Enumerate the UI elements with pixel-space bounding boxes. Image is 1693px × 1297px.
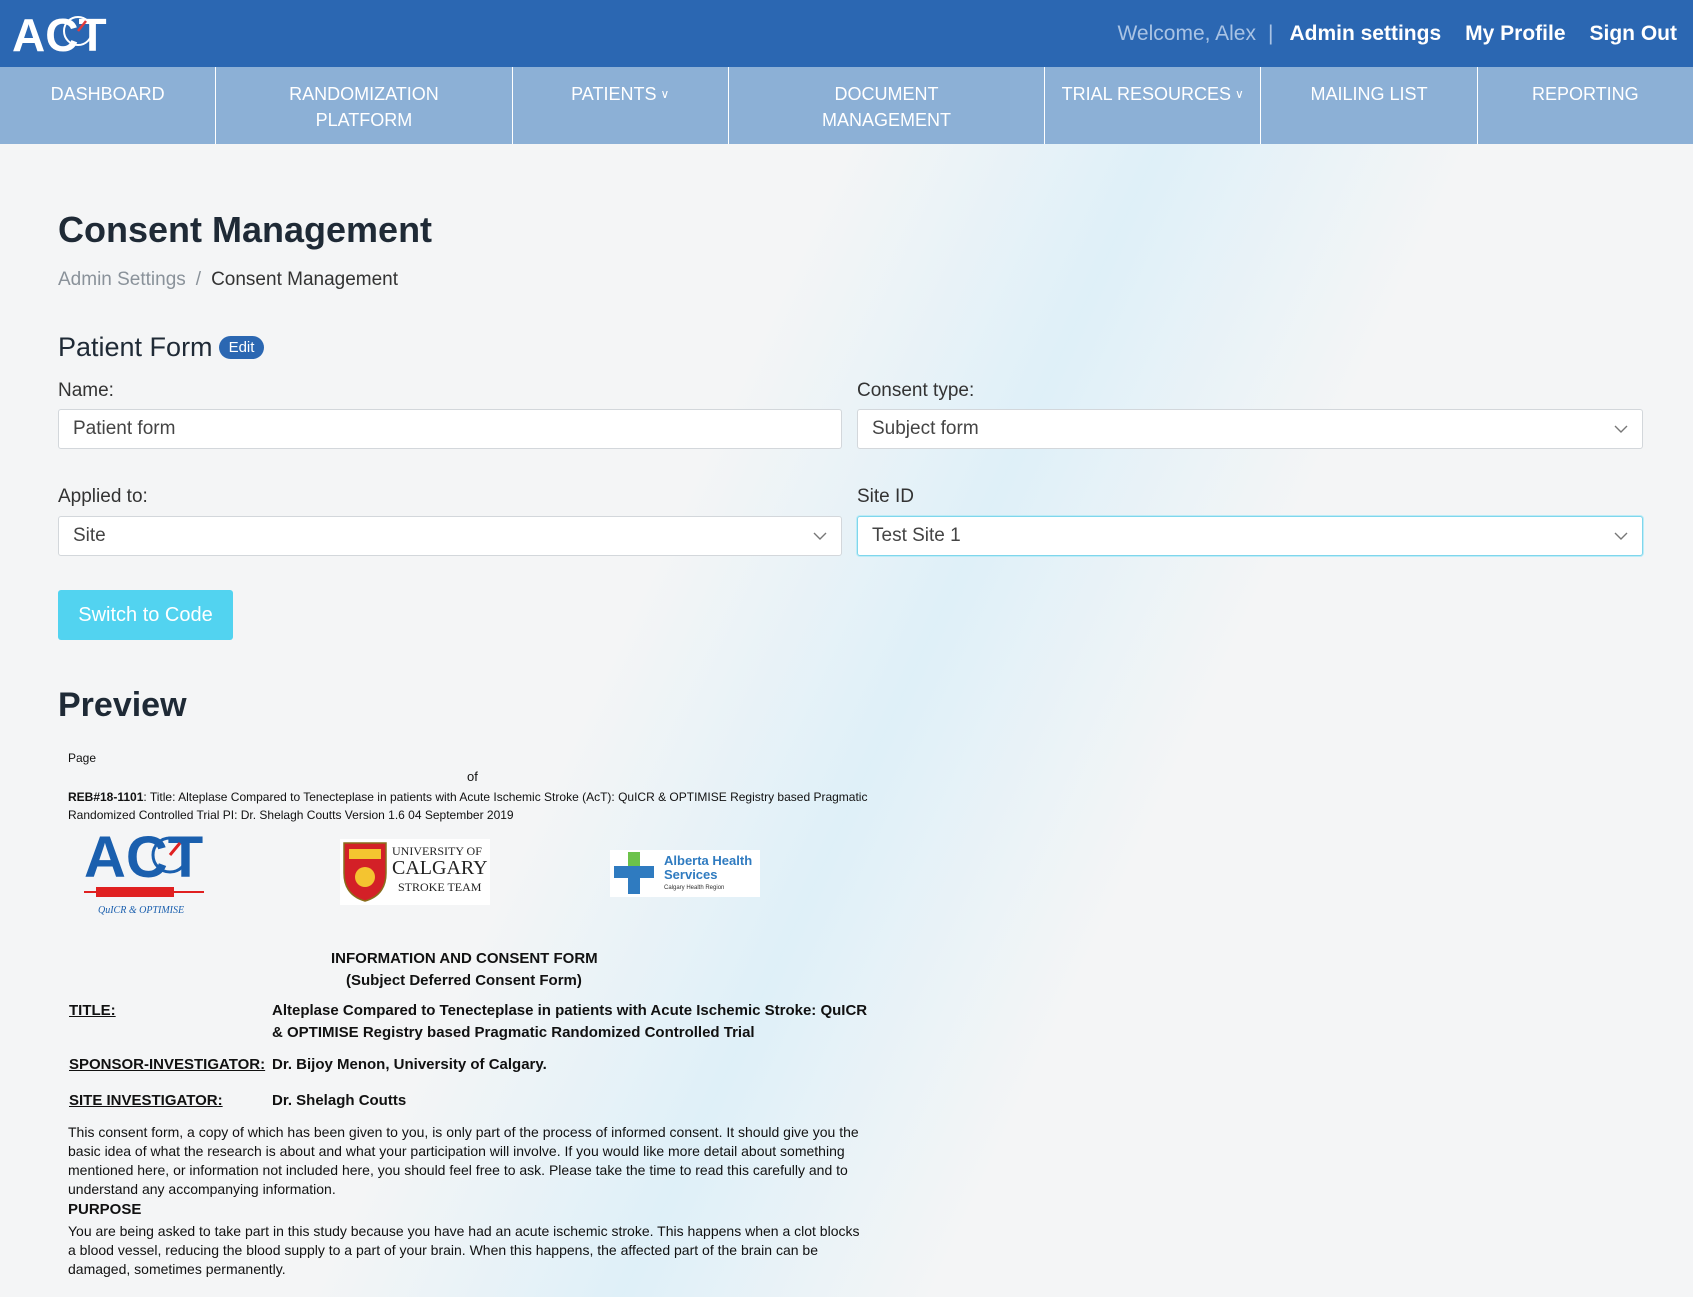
- page-title: Consent Management: [58, 209, 433, 250]
- site-id-select[interactable]: Test Site 1: [857, 516, 1643, 556]
- doc-site-investigator-key: SITE INVESTIGATOR:: [69, 1092, 223, 1109]
- chevron-down-icon: [1614, 532, 1628, 540]
- site-id-value: Test Site 1: [872, 525, 961, 546]
- doc-site-investigator-value: Dr. Shelagh Coutts: [272, 1092, 407, 1109]
- chevron-down-icon: [1614, 425, 1628, 433]
- nav-mailing-list[interactable]: MAILING LIST: [1261, 67, 1478, 144]
- name-value: Patient form: [73, 418, 176, 439]
- chevron-down-icon: ∨: [660, 87, 670, 101]
- nav-dashboard-label: DASHBOARD: [50, 84, 165, 104]
- applied-to-label: Applied to:: [58, 486, 148, 507]
- nav-document-label: DOCUMENT MANAGEMENT: [821, 84, 951, 130]
- name-input[interactable]: Patient form: [58, 409, 842, 449]
- act-logo[interactable]: ACT: [12, 9, 112, 59]
- breadcrumb-current: Consent Management: [211, 269, 399, 290]
- doc-heading-line2: (Subject Deferred Consent Form): [346, 972, 582, 989]
- alberta-health-services-logo: Alberta Health Services Calgary Health R…: [610, 850, 760, 897]
- applied-to-select[interactable]: Site: [58, 516, 842, 556]
- doc-logos: ACT QuICR & OPTIMISE UNIVERSITY OF CALGA…: [68, 825, 888, 920]
- doc-sponsor-key: SPONSOR-INVESTIGATOR:: [69, 1056, 266, 1073]
- consent-type-label: Consent type:: [857, 380, 975, 401]
- admin-settings-link[interactable]: Admin settings: [1289, 22, 1441, 46]
- breadcrumb-separator: /: [195, 269, 202, 290]
- doc-purpose-paragraph: You are being asked to take part in this…: [68, 1223, 860, 1277]
- nav-reporting[interactable]: REPORTING: [1478, 67, 1693, 144]
- act-trial-logo-sub: QuICR & OPTIMISE: [98, 905, 184, 916]
- welcome-text: Welcome, Alex: [1117, 21, 1256, 45]
- doc-reb-header: REB#18-1101: Title: Alteplase Compared t…: [68, 788, 868, 824]
- nav-patients-label: PATIENTS: [571, 84, 657, 104]
- chevron-down-icon: ∨: [1235, 87, 1244, 101]
- uc-logo-line2: CALGARY: [392, 857, 488, 879]
- doc-sponsor-value: Dr. Bijoy Menon, University of Calgary.: [272, 1056, 547, 1073]
- nav-randomization-label: RANDOMIZATION PLATFORM: [289, 84, 439, 130]
- nav-reporting-label: REPORTING: [1531, 84, 1639, 104]
- my-profile-link[interactable]: My Profile: [1465, 22, 1565, 46]
- applied-to-value: Site: [73, 525, 106, 546]
- sign-out-link[interactable]: Sign Out: [1590, 22, 1678, 46]
- patient-form-section-title: Patient Form Edit: [58, 332, 265, 363]
- act-trial-logo: ACT QuICR & OPTIMISE: [84, 825, 204, 916]
- doc-reb-text: : Title: Alteplase Compared to Tenectepl…: [68, 790, 868, 822]
- nav-dashboard[interactable]: DASHBOARD: [0, 67, 217, 144]
- chevron-down-icon: [813, 532, 827, 540]
- ahs-logo-line3: Calgary Health Region: [664, 885, 724, 891]
- edit-button[interactable]: Edit: [218, 336, 265, 359]
- main-nav: DASHBOARD RANDOMIZATION PLATFORM PATIENT…: [0, 67, 1693, 144]
- ahs-logo-line1: Alberta Health: [664, 853, 752, 868]
- nav-trial-resources[interactable]: TRIAL RESOURCES ∨: [1045, 67, 1262, 144]
- preview-title: Preview: [58, 686, 187, 724]
- doc-of-label: of: [467, 769, 478, 784]
- consent-type-select[interactable]: Subject form: [857, 409, 1643, 449]
- switch-to-code-button[interactable]: Switch to Code: [58, 590, 233, 640]
- name-label: Name:: [58, 380, 114, 401]
- doc-intro-paragraph: This consent form, a copy of which has b…: [68, 1124, 859, 1197]
- site-id-label: Site ID: [857, 486, 915, 507]
- doc-title-key: TITLE:: [69, 1002, 116, 1019]
- uc-logo-line3: STROKE TEAM: [398, 880, 482, 894]
- nav-document-management[interactable]: DOCUMENT MANAGEMENT: [729, 67, 1046, 144]
- doc-page-label: Page: [68, 751, 97, 765]
- doc-purpose-heading: PURPOSE: [68, 1201, 142, 1218]
- top-nav: Welcome, Alex | Admin settings My Profil…: [1117, 22, 1677, 46]
- uc-logo-line1: UNIVERSITY OF: [392, 844, 482, 858]
- nav-trial-resources-label: TRIAL RESOURCES: [1061, 84, 1232, 104]
- nav-patients[interactable]: PATIENTS ∨: [513, 67, 729, 144]
- breadcrumb: Admin Settings / Consent Management: [58, 269, 398, 291]
- doc-reb-number: REB#18-1101: [68, 790, 144, 804]
- section-title-text: Patient Form: [58, 332, 213, 362]
- consent-type-value: Subject form: [872, 418, 979, 439]
- nav-randomization-platform[interactable]: RANDOMIZATION PLATFORM: [216, 67, 513, 144]
- university-of-calgary-logo: UNIVERSITY OF CALGARY STROKE TEAM: [340, 839, 490, 905]
- doc-title-value: Alteplase Compared to Tenecteplase in pa…: [272, 1002, 868, 1041]
- nav-mailing-list-label: MAILING LIST: [1310, 84, 1428, 104]
- ahs-logo-line2: Services: [664, 867, 718, 882]
- top-header: ACT Welcome, Alex | Admin settings My Pr…: [0, 0, 1693, 67]
- doc-heading-line1: INFORMATION AND CONSENT FORM: [331, 950, 598, 967]
- breadcrumb-admin-settings[interactable]: Admin Settings: [58, 269, 186, 290]
- header-separator: |: [1267, 21, 1274, 45]
